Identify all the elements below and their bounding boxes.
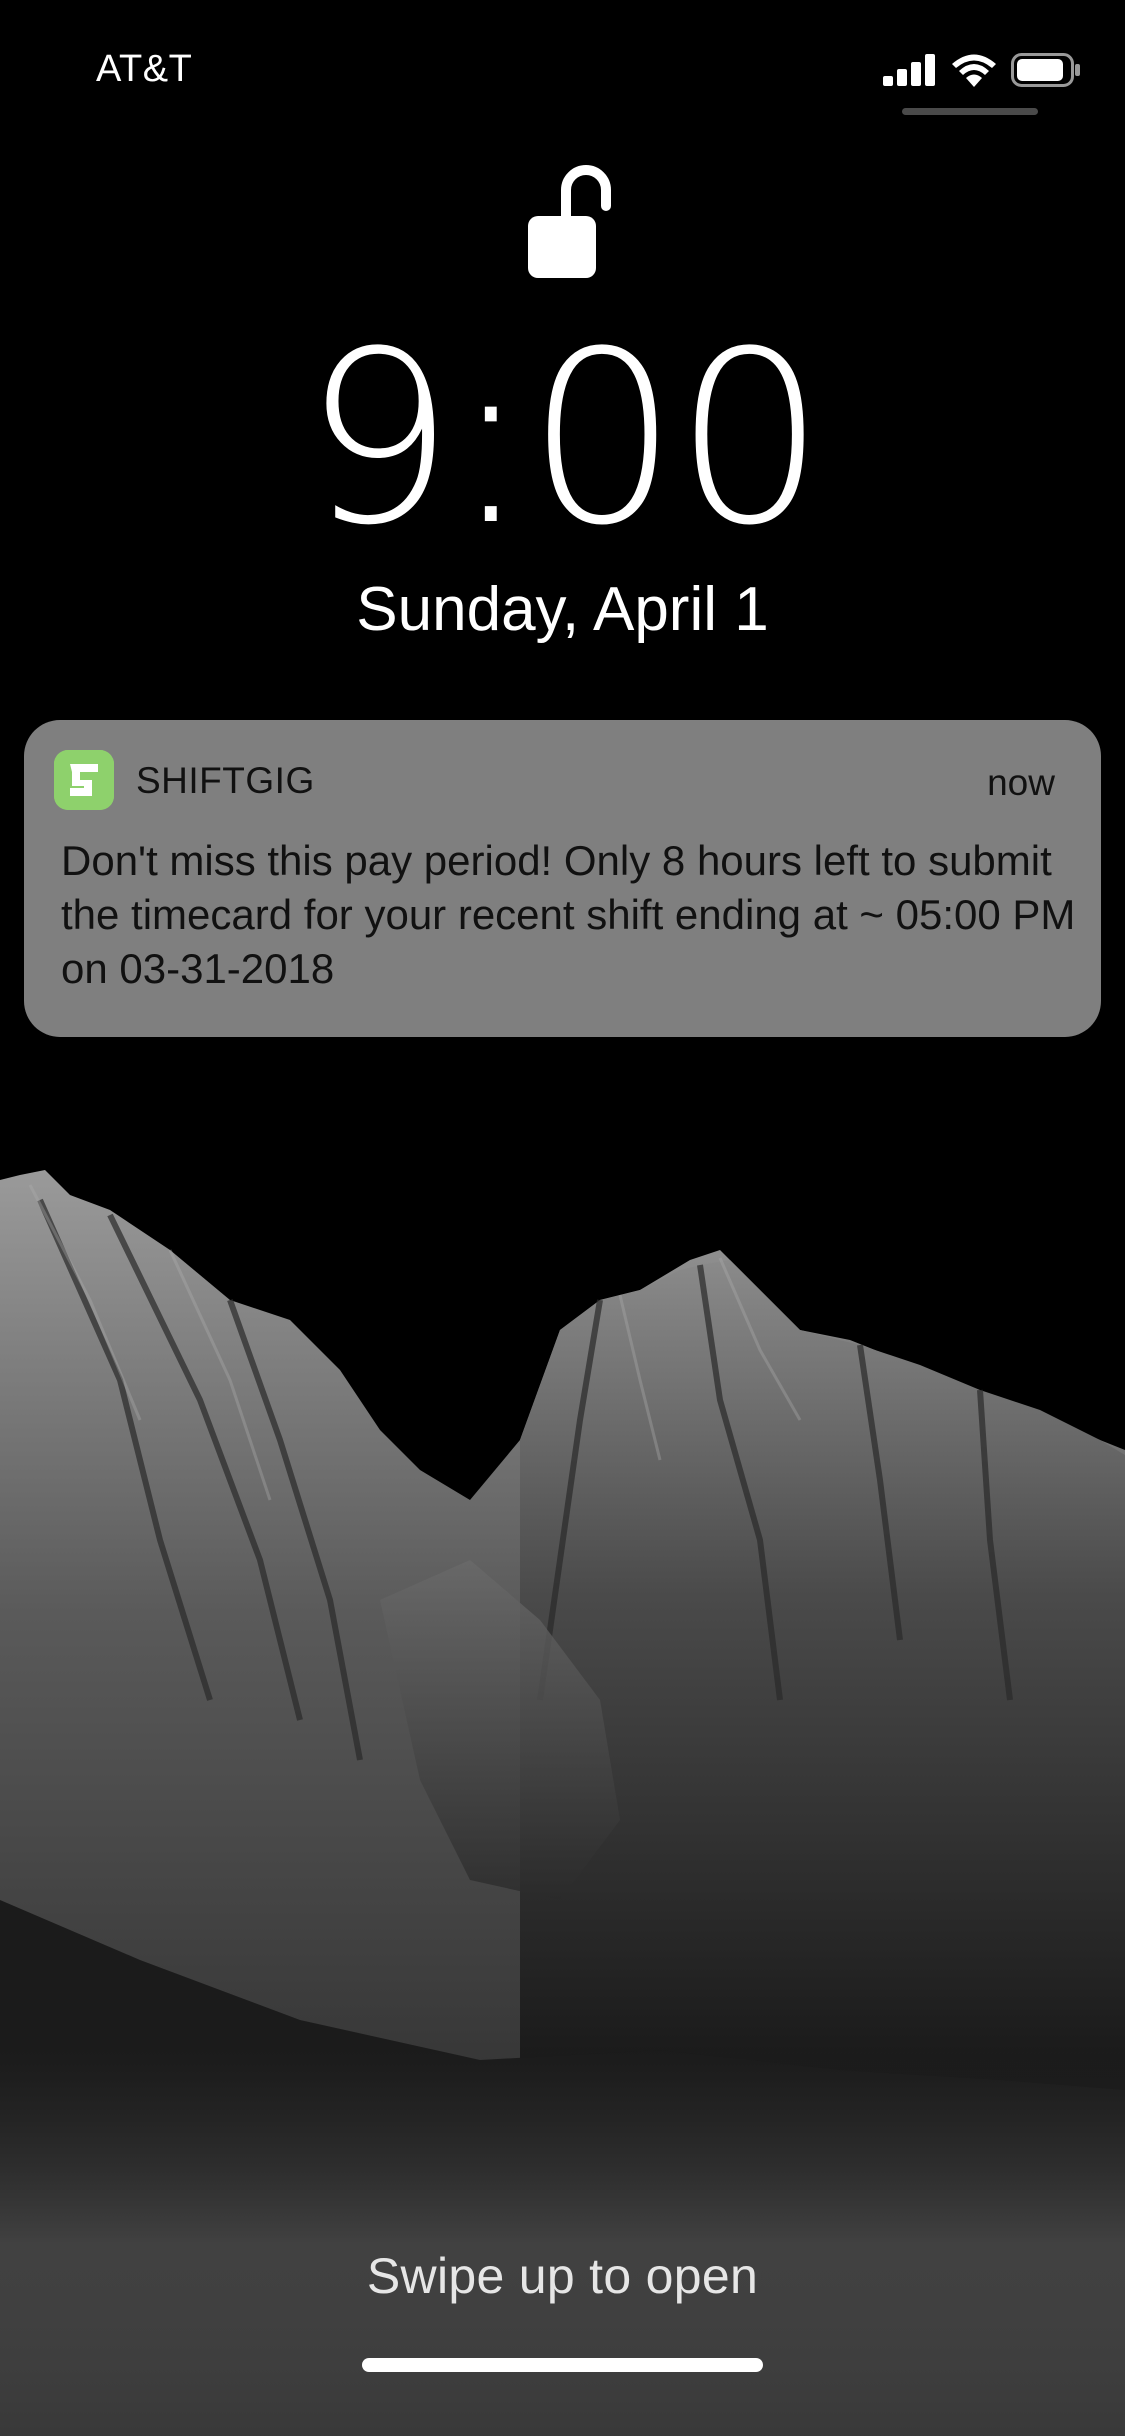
control-center-indicator[interactable] <box>902 108 1038 115</box>
lock-screen: AT&T 9:00 Sunday, April 1 SHIFTGIG now D… <box>0 0 1125 2436</box>
lock-screen-time: 9:00 <box>303 301 825 578</box>
status-bar: AT&T <box>0 0 1125 130</box>
unlocked-padlock-icon <box>528 165 611 278</box>
carrier-label: AT&T <box>96 48 193 90</box>
wifi-icon <box>952 54 996 87</box>
notification-card[interactable]: SHIFTGIG now Don't miss this pay period!… <box>24 720 1101 1037</box>
lock-screen-date: Sunday, April 1 <box>356 575 769 644</box>
notification-message: Don't miss this pay period! Only 8 hours… <box>61 837 1076 992</box>
home-indicator[interactable] <box>362 2358 763 2372</box>
cellular-signal-icon <box>883 54 935 86</box>
shiftgig-app-icon <box>54 750 114 810</box>
swipe-up-hint: Swipe up to open <box>366 2248 759 2304</box>
notification-timestamp: now <box>987 762 1055 803</box>
battery-icon <box>1011 53 1080 87</box>
notification-app-name: SHIFTGIG <box>136 760 315 801</box>
status-icons <box>883 50 1081 90</box>
